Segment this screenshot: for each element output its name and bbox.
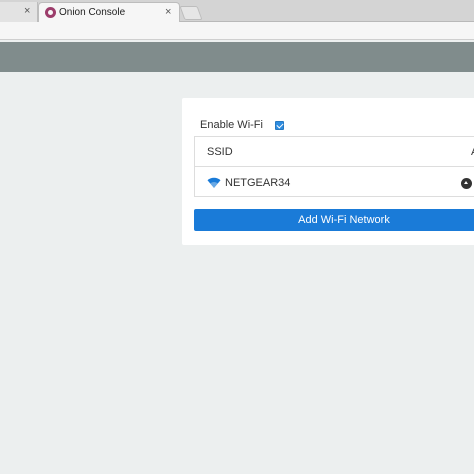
browser-tab-inactive[interactable]: ×: [0, 2, 38, 22]
enable-wifi-row: Enable Wi-Fi: [200, 118, 284, 132]
browser-toolbar: [0, 22, 474, 40]
networks-table: SSID A NETGEAR34: [194, 136, 474, 197]
enable-wifi-checkbox[interactable]: [274, 120, 284, 130]
close-icon[interactable]: ×: [165, 6, 171, 18]
onion-logo-icon: [45, 7, 56, 18]
wifi-settings-card: Enable Wi-Fi SSID A NETGEAR34 Add Wi-Fi …: [182, 98, 474, 245]
close-icon[interactable]: ×: [24, 5, 30, 17]
wifi-icon: [207, 177, 221, 188]
ssid-value: NETGEAR34: [225, 177, 291, 189]
table-row[interactable]: NETGEAR34: [195, 168, 474, 198]
new-tab-button[interactable]: [179, 6, 203, 20]
tab-title: Onion Console: [59, 7, 126, 18]
app-header: [0, 42, 474, 72]
browser-tabstrip: × Onion Console ×: [0, 0, 474, 23]
column-header-ssid: SSID: [207, 146, 233, 158]
table-header-row: SSID A: [195, 137, 474, 167]
up-arrow-circle-icon[interactable]: [461, 178, 472, 189]
add-wifi-network-button[interactable]: Add Wi-Fi Network: [194, 209, 474, 231]
enable-wifi-label: Enable Wi-Fi: [200, 119, 263, 131]
browser-tab-active[interactable]: Onion Console ×: [38, 2, 180, 23]
